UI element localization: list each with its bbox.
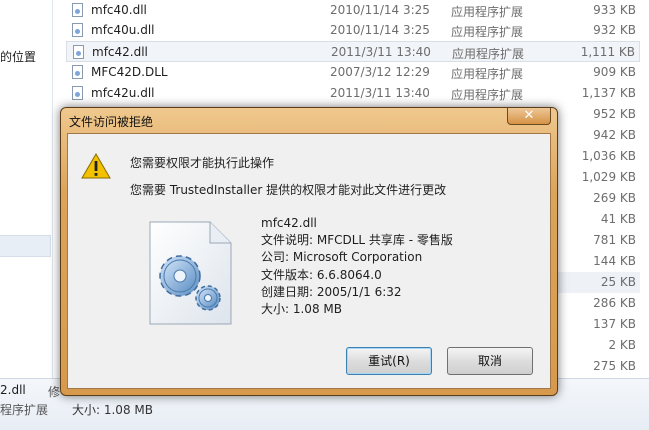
file-date: 2011/3/11 13:40 [331, 45, 431, 59]
file-name: mfc40.dll [91, 3, 147, 17]
dll-file-icon [73, 45, 84, 59]
close-button[interactable]: ✕ [507, 108, 551, 125]
cancel-button[interactable]: 取消 [447, 347, 533, 375]
file-row[interactable]: mfc42u.dll 2011/3/11 13:40 应用程序扩展 1,137 … [66, 83, 640, 104]
file-size: 1,029 KB [581, 170, 636, 184]
file-size: 1,137 KB [581, 86, 636, 100]
file-size: 25 KB [600, 275, 636, 289]
file-type: 应用程序扩展 [452, 47, 525, 61]
nav-item-selected[interactable] [0, 235, 51, 257]
file-name: mfc42.dll [261, 216, 317, 230]
file-date: 2007/3/12 12:29 [330, 65, 430, 79]
dll-file-icon [72, 65, 83, 79]
dialog-title: 文件访问被拒绝 [69, 115, 154, 129]
dll-file-icon [72, 86, 83, 100]
details-modified-label: 修 [48, 385, 61, 399]
file-date: 2010/11/14 3:25 [330, 23, 430, 37]
file-size: 1,036 KB [581, 149, 636, 163]
file-size: 932 KB [593, 23, 636, 37]
navigation-pane: 的位置 [0, 0, 53, 378]
file-date: 2011/3/11 13:40 [330, 86, 430, 100]
retry-button[interactable]: 重试(R) [346, 347, 432, 375]
file-row[interactable]: MFC42D.DLL 2007/3/12 12:29 应用程序扩展 909 KB [66, 62, 640, 83]
file-date: 2010/11/14 3:25 [330, 3, 430, 17]
file-size: 909 KB [593, 65, 636, 79]
file-size: 2 KB [608, 338, 636, 352]
file-name: mfc42.dll [92, 45, 148, 59]
file-type: 应用程序扩展 [451, 5, 524, 19]
file-row[interactable]: mfc40u.dll 2010/11/14 3:25 应用程序扩展 932 KB [66, 20, 640, 41]
file-access-denied-dialog: 文件访问被拒绝 ✕ 您需要权限才能执行此操作 您需要 TrustedInstal… [60, 107, 558, 396]
file-size: 275 KB [593, 359, 636, 373]
file-name: MFC42D.DLL [91, 65, 168, 79]
file-type: 应用程序扩展 [451, 88, 524, 102]
dialog-body: 您需要权限才能执行此操作 您需要 TrustedInstaller 提供的权限才… [67, 133, 551, 389]
file-size: 286 KB [593, 296, 636, 310]
details-file-size: 大小: 1.08 MB [72, 403, 153, 417]
file-size: 144 KB [593, 254, 636, 268]
file-size: 137 KB [593, 317, 636, 331]
warning-icon [81, 153, 111, 179]
file-description: 文件说明: MFCDLL 共享库 - 零售版 [261, 233, 453, 248]
file-row-selected[interactable]: mfc42.dll 2011/3/11 13:40 应用程序扩展 1,111 K… [66, 41, 640, 62]
file-name: mfc40u.dll [91, 23, 155, 37]
file-size: 大小: 1.08 MB [261, 302, 342, 317]
dll-file-icon [72, 23, 83, 37]
file-size: 781 KB [593, 233, 636, 247]
file-company: 公司: Microsoft Corporation [261, 250, 423, 265]
file-size: 942 KB [593, 128, 636, 142]
trustedinstaller-message: 您需要 TrustedInstaller 提供的权限才能对此文件进行更改 [130, 183, 447, 197]
file-type: 应用程序扩展 [451, 67, 524, 81]
file-size: 41 KB [600, 212, 636, 226]
details-file-name: 2.dll [0, 383, 26, 397]
file-size: 933 KB [593, 3, 636, 17]
file-name: mfc42u.dll [91, 86, 155, 100]
close-icon: ✕ [523, 108, 535, 123]
file-size: 952 KB [593, 107, 636, 121]
file-size: 269 KB [593, 191, 636, 205]
file-size: 1,111 KB [580, 45, 635, 59]
nav-item-location[interactable]: 的位置 [0, 48, 36, 65]
file-version: 文件版本: 6.6.8064.0 [261, 267, 382, 282]
dll-file-gear-icon [149, 221, 232, 325]
details-file-type: 程序扩展 [0, 403, 49, 417]
dll-file-icon [72, 3, 83, 17]
file-info: mfc42.dll 文件说明: MFCDLL 共享库 - 零售版 公司: Mic… [261, 215, 453, 318]
file-created-date: 创建日期: 2005/1/1 6:32 [261, 284, 402, 299]
permission-message: 您需要权限才能执行此操作 [130, 156, 275, 170]
file-type: 应用程序扩展 [451, 25, 524, 39]
file-row[interactable]: mfc40.dll 2010/11/14 3:25 应用程序扩展 933 KB [66, 0, 640, 21]
